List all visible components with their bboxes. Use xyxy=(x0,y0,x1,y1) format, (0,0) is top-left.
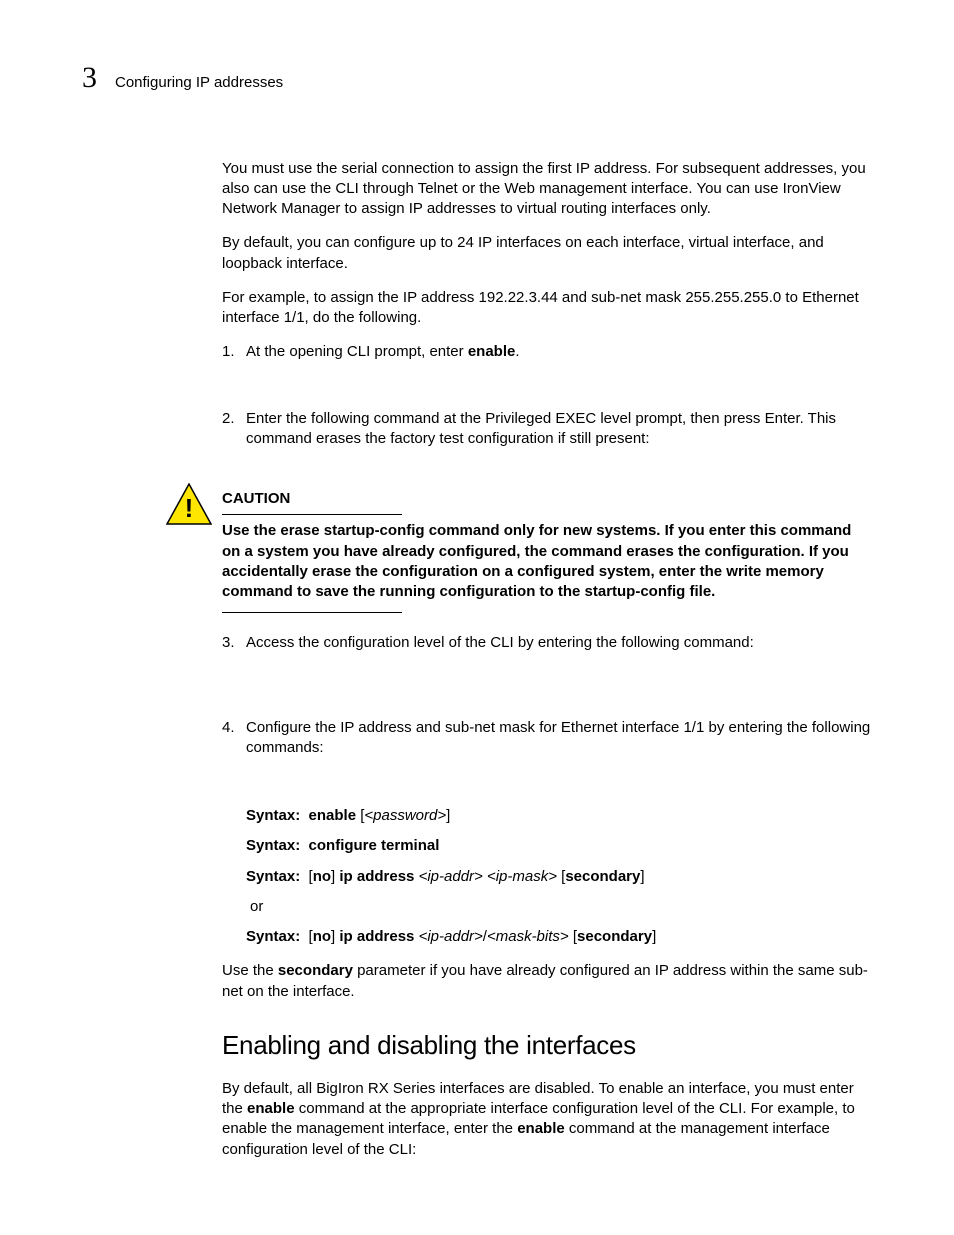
caution-label: CAUTION xyxy=(222,489,290,510)
chapter-number: 3 xyxy=(82,58,97,99)
bold-text: secondary xyxy=(577,928,652,945)
syntax-label: Syntax: xyxy=(246,837,300,854)
syntax-label: Syntax: xyxy=(246,928,300,945)
list-item: 3. Access the configuration level of the… xyxy=(222,633,872,653)
text: Use the xyxy=(222,962,278,979)
paragraph: By default, you can configure up to 24 I… xyxy=(222,233,872,274)
paragraph: By default, all BigIron RX Series interf… xyxy=(222,1079,872,1160)
syntax-label: Syntax: xyxy=(246,868,300,885)
divider xyxy=(222,514,402,515)
caution-text: Use the erase startup-config command onl… xyxy=(222,521,872,602)
bold-text: enable xyxy=(468,343,516,360)
step-text: Enter the following command at the Privi… xyxy=(246,409,872,450)
text: ] xyxy=(652,928,656,945)
step-number: 4. xyxy=(222,718,246,759)
page-header: 3 Configuring IP addresses xyxy=(82,58,872,99)
italic-text: <mask-bits> xyxy=(487,928,569,945)
svg-text:!: ! xyxy=(185,493,194,523)
syntax-line: Syntax: [no] ip address <ip-addr>/<mask-… xyxy=(246,927,872,947)
or-text: or xyxy=(250,897,872,917)
divider xyxy=(222,612,402,613)
bold-text: Use the erase startup-config command onl… xyxy=(222,522,851,600)
italic-text: <password> xyxy=(364,807,446,824)
syntax-line: Syntax: configure terminal xyxy=(246,836,872,856)
step-number: 1. xyxy=(222,342,246,362)
syntax-block: Syntax: enable [<password>] Syntax: conf… xyxy=(222,806,872,947)
syntax-line: Syntax: enable [<password>] xyxy=(246,806,872,826)
text: At the opening CLI prompt, enter xyxy=(246,343,468,360)
step-number: 3. xyxy=(222,633,246,653)
section-heading: Enabling and disabling the interfaces xyxy=(222,1028,872,1063)
syntax-line: Syntax: [no] ip address <ip-addr> <ip-ma… xyxy=(246,867,872,887)
text: . xyxy=(515,343,519,360)
list-item: 4. Configure the IP address and sub-net … xyxy=(222,718,872,759)
bold-text: no xyxy=(313,928,331,945)
ordered-list: 1. At the opening CLI prompt, enter enab… xyxy=(222,342,872,449)
text: [ xyxy=(569,928,577,945)
italic-text: <ip-addr> <ip-mask> xyxy=(419,868,557,885)
paragraph: You must use the serial connection to as… xyxy=(222,159,872,220)
step-text: At the opening CLI prompt, enter enable. xyxy=(246,342,872,362)
bold-text: enable xyxy=(517,1120,565,1137)
text: ] xyxy=(446,807,450,824)
bold-text: secondary xyxy=(278,962,353,979)
list-item: 1. At the opening CLI prompt, enter enab… xyxy=(222,342,872,362)
bold-text: ip address xyxy=(339,928,414,945)
syntax-label: Syntax: xyxy=(246,807,300,824)
step-text: Configure the IP address and sub-net mas… xyxy=(246,718,872,759)
bold-text: ip address xyxy=(339,868,414,885)
bold-text: secondary xyxy=(565,868,640,885)
bold-text: configure terminal xyxy=(309,837,440,854)
step-number: 2. xyxy=(222,409,246,450)
bold-text: enable xyxy=(309,807,357,824)
paragraph: Use the secondary parameter if you have … xyxy=(222,961,872,1002)
paragraph: For example, to assign the IP address 19… xyxy=(222,288,872,329)
content-column: You must use the serial connection to as… xyxy=(222,159,872,1160)
ordered-list: 3. Access the configuration level of the… xyxy=(222,633,872,758)
italic-text: <ip-addr> xyxy=(419,928,483,945)
chapter-title: Configuring IP addresses xyxy=(115,73,283,93)
warning-icon: ! xyxy=(166,483,212,531)
step-text: Access the configuration level of the CL… xyxy=(246,633,872,653)
list-item: 2. Enter the following command at the Pr… xyxy=(222,409,872,450)
bold-text: no xyxy=(313,868,331,885)
caution-block: ! CAUTION Use the erase startup-config c… xyxy=(222,489,872,613)
bold-text: enable xyxy=(247,1100,295,1117)
text: ] xyxy=(640,868,644,885)
